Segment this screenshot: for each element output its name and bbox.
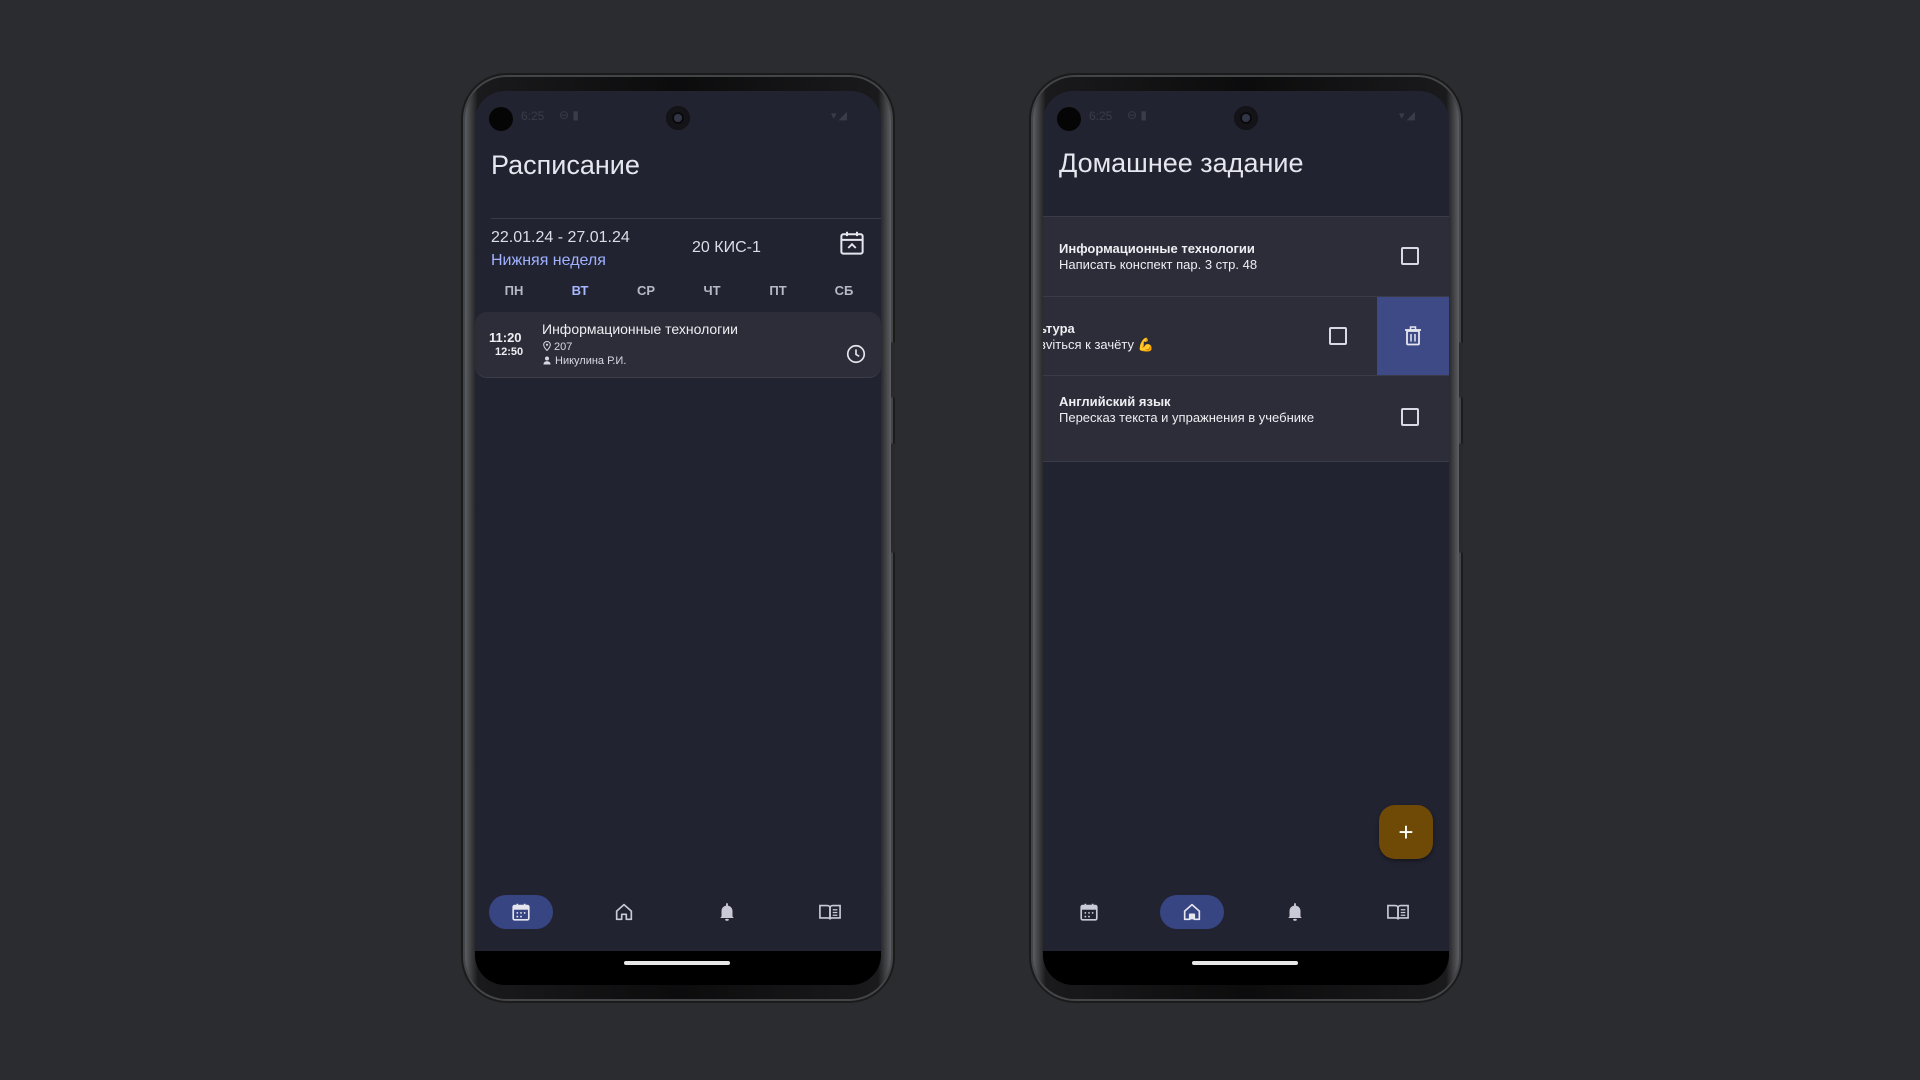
trash-icon [1405, 326, 1421, 346]
homework-task: Написать конспект пар. 3 стр. 48 [1059, 257, 1258, 272]
top-app-bar: Расписание [475, 128, 881, 218]
delete-button[interactable] [1377, 297, 1449, 375]
status-time: 6:25 [1089, 109, 1113, 123]
homework-item-swiped[interactable]: ьтура вviться к зачёту 💪 [1043, 297, 1449, 376]
schedule-screen: 6:25 ⊖ ▮ ▾◢ Расписание 22.01.24 - 27.01.… [475, 91, 881, 985]
lesson-teacher: Никулина Р.И. [543, 355, 626, 367]
camera-icon [1234, 106, 1258, 130]
top-app-bar: Домашнее задание [1043, 128, 1449, 216]
lesson-title: Информационные технологии [542, 321, 738, 337]
homework-subject: ьтура [1043, 321, 1075, 336]
nav-schedule[interactable] [489, 895, 553, 929]
calendar-icon [512, 903, 530, 921]
book-icon [819, 904, 841, 920]
status-bar: 6:25 ⊖ ▮ ▾◢ [475, 91, 881, 131]
page-title: Расписание [491, 150, 640, 180]
power-button [1459, 443, 1463, 553]
homework-screen: 6:25 ⊖ ▮ ▾◢ Домашнее задание Информацион… [1043, 91, 1449, 985]
homework-item[interactable]: Информационные технологии Написать консп… [1043, 217, 1449, 297]
homework-subject: Английский язык [1059, 394, 1171, 409]
homework-subject: Информационные технологии [1059, 241, 1255, 256]
week-dates: 22.01.24 - 27.01.24 [491, 229, 630, 246]
bell-icon [1288, 903, 1302, 921]
lesson-room: 207 [543, 340, 573, 353]
tab-saturday[interactable]: СБ [829, 283, 859, 298]
home-indicator[interactable] [624, 961, 730, 965]
status-time: 6:25 [521, 109, 545, 123]
homework-list: Информационные технологии Написать консп… [1043, 216, 1449, 462]
tab-tuesday[interactable]: ВТ [565, 283, 595, 298]
tab-friday[interactable]: ПТ [763, 283, 793, 298]
lesson-card[interactable]: 11:20 12:50 Информационные технологии 20… [475, 312, 881, 378]
week-type: Нижняя неделя [491, 252, 606, 269]
tab-wednesday[interactable]: СР [631, 283, 661, 298]
camera-icon [666, 106, 690, 130]
nav-homework[interactable] [592, 895, 656, 929]
home-indicator[interactable] [1192, 961, 1298, 965]
day-tabs: ПН ВТ СР ЧТ ПТ СБ [475, 272, 881, 308]
status-bar: 6:25 ⊖ ▮ ▾◢ [1043, 91, 1449, 131]
person-icon [543, 356, 551, 365]
done-checkbox[interactable] [1401, 408, 1419, 426]
nav-journal[interactable] [798, 895, 862, 929]
nav-schedule[interactable] [1057, 895, 1121, 929]
home-icon [615, 903, 633, 921]
calendar-picker-icon[interactable] [837, 228, 867, 258]
lesson-start-time: 11:20 [489, 330, 522, 345]
signal-wifi-icons: ▾◢ [831, 110, 849, 122]
signal-wifi-icons: ▾◢ [1399, 110, 1417, 122]
nav-notifications[interactable] [1263, 895, 1327, 929]
bottom-navigation [1043, 883, 1449, 943]
home-icon [1183, 903, 1201, 921]
lesson-teacher-name: Никулина Р.И. [555, 355, 627, 367]
tab-monday[interactable]: ПН [499, 283, 529, 298]
nav-journal[interactable] [1366, 895, 1430, 929]
bell-icon [720, 903, 734, 921]
lesson-room-number: 207 [554, 341, 573, 353]
power-button [891, 443, 895, 553]
done-checkbox[interactable] [1329, 327, 1347, 345]
week-header: 22.01.24 - 27.01.24 Нижняя неделя 20 КИС… [491, 218, 881, 272]
homework-item[interactable]: Английский язык Пересказ текста и упражн… [1043, 376, 1449, 462]
add-homework-button[interactable]: + [1379, 805, 1433, 859]
lesson-end-time: 12:50 [495, 346, 524, 358]
bottom-navigation [475, 883, 881, 943]
page-title: Домашнее задание [1059, 148, 1304, 178]
system-gesture-bar [1043, 951, 1449, 985]
group-selector[interactable]: 20 КИС-1 [692, 239, 761, 257]
nav-notifications[interactable] [695, 895, 759, 929]
front-sensor [489, 107, 513, 131]
phone-schedule: 6:25 ⊖ ▮ ▾◢ Расписание 22.01.24 - 27.01.… [465, 77, 895, 999]
volume-button [1459, 342, 1463, 398]
done-checkbox[interactable] [1401, 247, 1419, 265]
plus-icon: + [1398, 816, 1414, 847]
calendar-icon [1080, 903, 1098, 921]
nav-homework[interactable] [1160, 895, 1224, 929]
clock-icon[interactable] [845, 343, 867, 365]
phone-homework: 6:25 ⊖ ▮ ▾◢ Домашнее задание Информацион… [1033, 77, 1463, 999]
homework-task: Пересказ текста и упражнения в учебнике [1059, 410, 1315, 425]
homework-task: вviться к зачёту 💪 [1043, 337, 1154, 352]
volume-button [891, 342, 895, 398]
status-notification-icons: ⊖ ▮ [559, 108, 579, 122]
front-sensor [1057, 107, 1081, 131]
location-pin-icon [543, 340, 551, 352]
system-gesture-bar [475, 951, 881, 985]
book-icon [1387, 904, 1409, 920]
tab-thursday[interactable]: ЧТ [697, 283, 727, 298]
status-notification-icons: ⊖ ▮ [1127, 108, 1147, 122]
